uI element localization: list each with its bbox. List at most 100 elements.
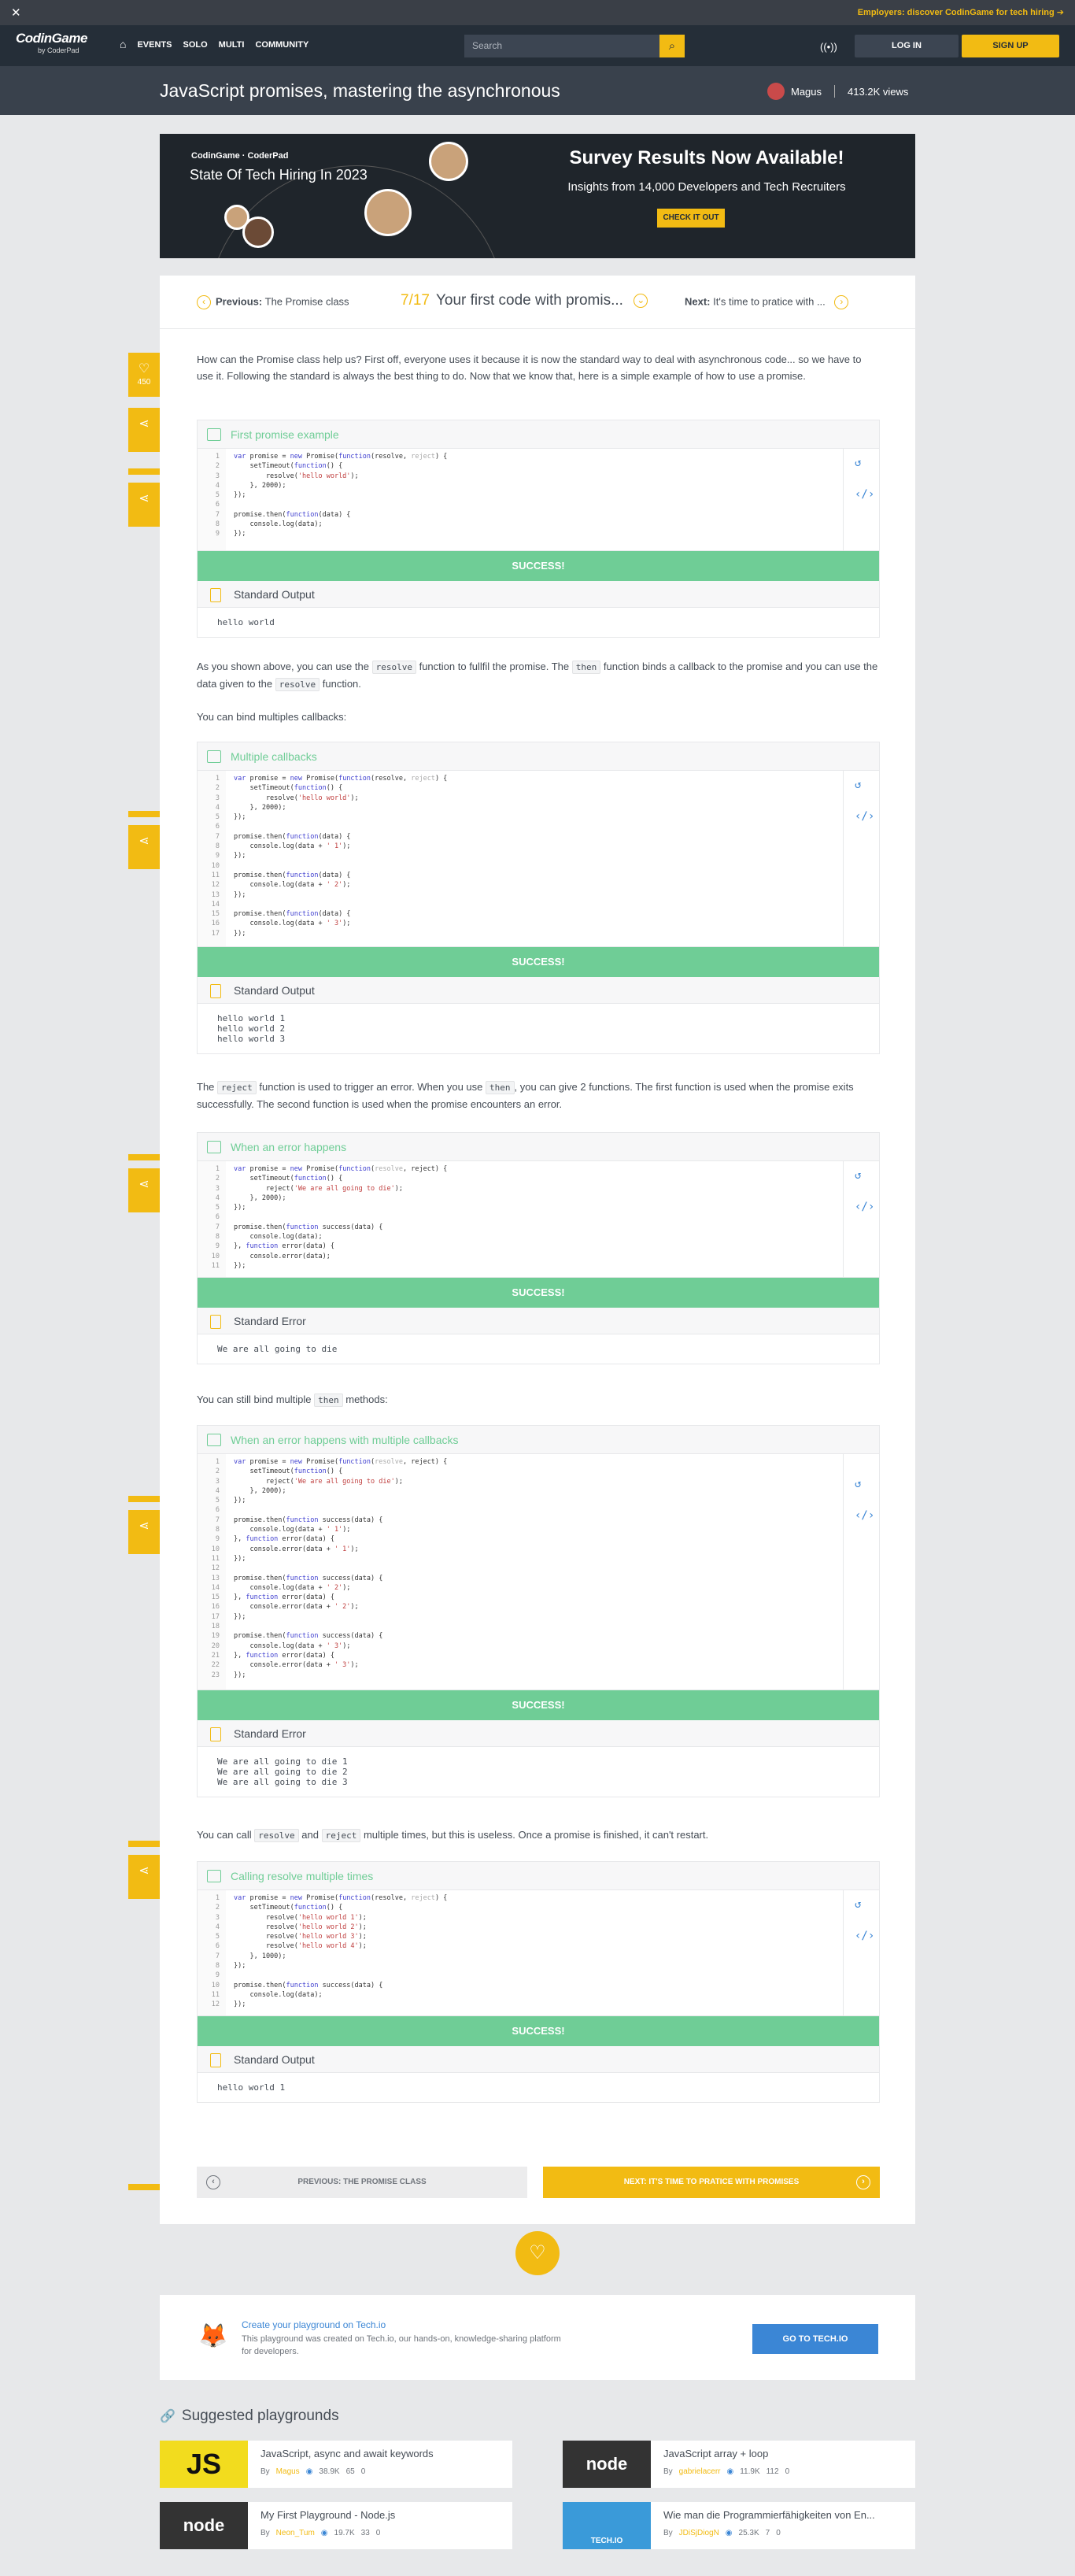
code-editor[interactable]: 1 2 3 4 5 6 7 8 9 10 11 var promise = new Promise(…: [198, 1161, 879, 1278]
reset-icon[interactable]: ↺: [855, 1899, 861, 1910]
reset-icon[interactable]: ↺: [855, 1170, 861, 1181]
reset-icon[interactable]: ↺: [855, 1479, 861, 1490]
signup-button[interactable]: SIGN UP: [962, 35, 1059, 57]
card-likes: 65: [345, 2467, 355, 2476]
go-to-techio-button[interactable]: GO TO TECH.IO: [752, 2324, 878, 2354]
prev-lesson-link[interactable]: ‹ Previous: The Promise class: [197, 295, 349, 309]
playground-card[interactable]: TECH.IO Wie man die Programmierfähigkeit…: [563, 2502, 915, 2549]
eye-icon: ◉: [320, 2529, 328, 2537]
nav-solo[interactable]: SOLO: [183, 40, 207, 50]
home-icon[interactable]: ⌂: [120, 38, 126, 50]
ad-logo: CodinGame · CoderPad: [191, 151, 289, 161]
nav-community[interactable]: COMMUNITY: [255, 40, 308, 50]
playground-card[interactable]: node JavaScript array + loop By gabrielac…: [563, 2441, 915, 2488]
card-title: My First Playground - Node.js: [260, 2509, 396, 2521]
output-text: hello world: [217, 617, 275, 627]
share-button[interactable]: ⋖: [128, 1510, 160, 1554]
login-button[interactable]: LOG IN: [855, 35, 959, 57]
eye-icon: ◉: [726, 2467, 734, 2476]
code[interactable]: var promise = new Promise(function(resol…: [234, 1161, 879, 1271]
card-author[interactable]: JDiSjDiogN: [679, 2529, 719, 2537]
card-comments: 0: [375, 2529, 381, 2537]
embed-icon[interactable]: ‹/›: [855, 1510, 874, 1521]
success-banner: SUCCESS!: [198, 947, 879, 977]
line-numbers: 1 2 3 4 5 6 7 8 9 10 11: [198, 1161, 226, 1277]
code-editor[interactable]: 1 2 3 4 5 6 7 8 9 10 11 12 13 14 15 16 17 18 19 20 21 22 23 va…: [198, 1454, 879, 1690]
heart-icon[interactable]: ♡: [515, 2231, 560, 2275]
card-author[interactable]: gabrielacerr: [679, 2467, 721, 2476]
next-lesson-button[interactable]: NEXT: IT'S TIME TO PRATICE WITH PROMISES…: [543, 2167, 880, 2198]
success-banner: SUCCESS!: [198, 1690, 879, 1720]
like-button[interactable]: ♡ 450: [128, 353, 160, 397]
reset-icon[interactable]: ↺: [855, 779, 861, 790]
card-likes: 33: [360, 2529, 370, 2537]
output-header: Standard Error: [198, 1720, 879, 1747]
embed-icon[interactable]: ‹/›: [855, 1201, 874, 1212]
widget-title: First promise example: [198, 420, 879, 449]
current-lesson[interactable]: 7/17 Your first code with promis... ⌄: [401, 292, 654, 309]
embed-icon[interactable]: ‹/›: [855, 1930, 874, 1941]
nav-events[interactable]: EVENTS: [137, 40, 172, 50]
success-banner: SUCCESS!: [198, 551, 879, 581]
ad-cta-button[interactable]: CHECK IT OUT: [657, 209, 725, 228]
paragraph: You can call resolve and reject multiple…: [197, 1829, 709, 1842]
card-likes: 7: [765, 2529, 770, 2537]
share-button[interactable]: ⋖: [128, 1855, 160, 1899]
code[interactable]: var promise = new Promise(function(resol…: [234, 1890, 879, 2010]
ad-banner[interactable]: CodinGame · CoderPad State Of Tech Hirin…: [160, 134, 915, 258]
code-widget: First promise example 123456789 var prom…: [197, 420, 880, 638]
paragraph: As you shown above, you can use the reso…: [197, 661, 878, 691]
radio-icon[interactable]: ((•)): [820, 41, 837, 53]
logo[interactable]: CodinGame by CoderPad: [16, 31, 110, 61]
editor-tools: ↺ ‹/›: [843, 449, 879, 550]
share-button[interactable]: ⋖: [128, 483, 160, 527]
close-icon[interactable]: ✕: [11, 6, 21, 20]
output-text: We are all going to die: [217, 1344, 338, 1354]
code-editor[interactable]: 1 2 3 4 5 6 7 8 9 10 11 12 var promise = new Promis…: [198, 1890, 879, 2016]
share-icon: ⋖: [139, 417, 150, 431]
techio-title[interactable]: Create your playground on Tech.io: [242, 2319, 386, 2330]
code[interactable]: var promise = new Promise(function(resol…: [234, 771, 879, 938]
person-image: [364, 189, 412, 236]
code-editor[interactable]: 1 2 3 4 5 6 7 8 9 10 11 12 13 14 15 16 17 var promise = …: [198, 771, 879, 947]
code[interactable]: var promise = new Promise(function(resol…: [234, 1454, 879, 1680]
top-banner: ✕ Employers: discover CodinGame for tech…: [0, 0, 1075, 25]
heart-icon: ♡: [138, 362, 150, 376]
share-button[interactable]: ⋖: [128, 825, 160, 869]
share-button[interactable]: ⋖: [128, 1168, 160, 1212]
page-title: JavaScript promises, mastering the async…: [160, 80, 560, 101]
chevron-down-icon: ⌄: [634, 293, 648, 308]
embed-icon[interactable]: ‹/›: [855, 811, 874, 822]
avatar[interactable]: [767, 83, 785, 100]
card-views: 25.3K: [738, 2529, 759, 2537]
reset-icon[interactable]: ↺: [855, 457, 861, 468]
share-icon: ⋖: [139, 492, 150, 505]
code-widget: Multiple callbacks 1 2 3 4 5 6 7 8 9 10 11 12 13 14 15…: [197, 742, 880, 1054]
employers-link[interactable]: Employers: discover CodinGame for tech h…: [858, 7, 1064, 17]
output-header: Standard Output: [198, 977, 879, 1004]
embed-icon[interactable]: ‹/›: [855, 489, 874, 500]
share-button[interactable]: ⋖: [128, 408, 160, 452]
output-header: Standard Error: [198, 1308, 879, 1334]
chevron-right-icon: ›: [834, 295, 849, 309]
prev-lesson-button[interactable]: ‹ PREVIOUS: THE PROMISE CLASS: [197, 2167, 527, 2198]
next-lesson-link[interactable]: Next: It's time to pratice with ... ›: [685, 295, 853, 309]
playground-card[interactable]: node My First Playground - Node.js By Neo…: [160, 2502, 512, 2549]
code[interactable]: var promise = new Promise(function(resol…: [234, 449, 879, 539]
nav-multi[interactable]: MULTI: [219, 40, 245, 50]
title-bar: JavaScript promises, mastering the async…: [0, 66, 1075, 115]
playground-card[interactable]: JS JavaScript, async and await keywords …: [160, 2441, 512, 2488]
editor-tools: ↺ ‹/›: [843, 771, 879, 946]
node-logo: node: [160, 2502, 248, 2549]
share-icon: ⋖: [139, 1178, 150, 1191]
card-author[interactable]: Neon_Tum: [276, 2529, 315, 2537]
line-numbers: 1 2 3 4 5 6 7 8 9 10 11 12 13 14 15 16 17 18 19 20 21 22 23: [198, 1454, 226, 1690]
chevron-left-icon: ‹: [206, 2175, 220, 2189]
divider: [834, 85, 836, 98]
search-input[interactable]: Search: [464, 35, 659, 57]
code-editor[interactable]: 123456789 var promise = new Promise(func…: [198, 449, 879, 551]
widget-title: When an error happens: [198, 1133, 879, 1161]
author-name[interactable]: Magus: [791, 86, 822, 98]
search-icon[interactable]: ⌕: [659, 35, 685, 57]
card-author[interactable]: Magus: [276, 2467, 300, 2476]
